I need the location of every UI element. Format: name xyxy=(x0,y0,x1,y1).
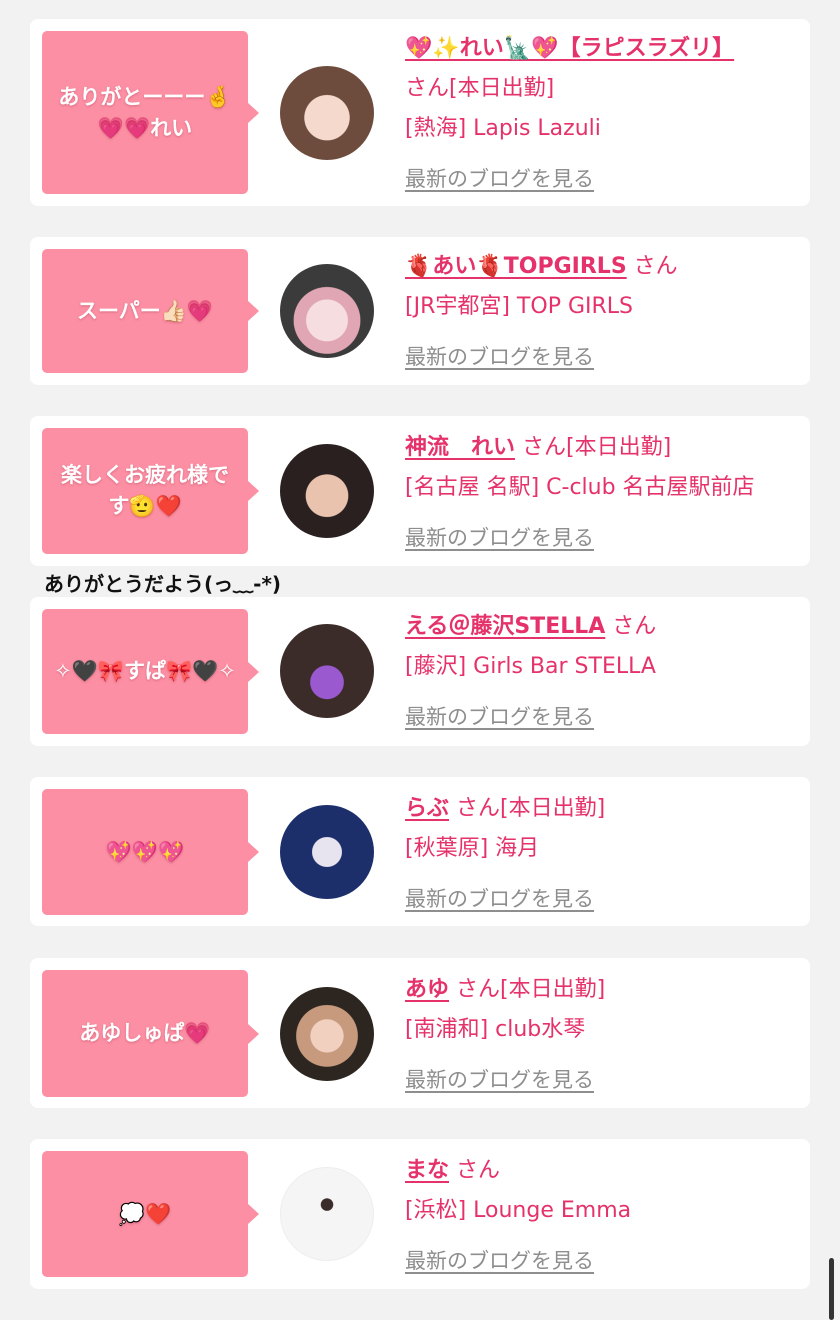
honorific: さん xyxy=(612,614,657,639)
latest-blog-link[interactable]: 最新のブログを見る xyxy=(405,1060,594,1100)
message-text: ありがとーーー🤞💗💗れい xyxy=(58,84,232,140)
message-bubble: ありがとーーー🤞💗💗れい xyxy=(42,31,259,194)
message-card: 💭❤️ まな さん [浜松] Lounge Emma 最新のブログを見る xyxy=(30,1139,810,1289)
girl-name-link[interactable]: 💖✨れい🗽💖【ラピスラズリ】 xyxy=(405,36,734,61)
shop-name: [藤沢] Girls Bar STELLA xyxy=(405,654,656,679)
message-card: スーパー👍🏻💗 🫀あい🫀TOPGIRLS さん [JR宇都宮] TOP GIRL… xyxy=(30,237,810,385)
message-text: 💖💖💖 xyxy=(105,839,185,864)
honorific: さん xyxy=(456,977,501,1002)
shop-name: [秋葉原] 海月 xyxy=(405,836,540,861)
honorific: さん xyxy=(456,796,501,821)
latest-blog-link[interactable]: 最新のブログを見る xyxy=(405,518,594,558)
message-text: 💭❤️ xyxy=(118,1201,172,1226)
shop-name: [JR宇都宮] TOP GIRLS xyxy=(405,294,633,319)
message-text: あゆしゅぱ💗 xyxy=(79,1021,211,1045)
message-bubble: あゆしゅぱ💗 xyxy=(42,970,259,1097)
avatar[interactable] xyxy=(280,264,374,358)
latest-blog-link[interactable]: 最新のブログを見る xyxy=(405,1241,594,1281)
message-text: ✧🖤🎀すぱ🎀🖤✧ xyxy=(54,659,236,683)
latest-blog-link[interactable]: 最新のブログを見る xyxy=(405,337,594,377)
avatar[interactable] xyxy=(280,987,374,1081)
status-badge: [本日出勤] xyxy=(566,435,672,460)
girl-name-link[interactable]: まな xyxy=(405,1158,449,1183)
honorific: さん xyxy=(522,435,567,460)
girl-name-link[interactable]: 神流 れい xyxy=(405,435,515,460)
message-bubble: 楽しくお疲れ様です🫡❤️ xyxy=(42,428,259,554)
status-badge: [本日出勤] xyxy=(500,796,606,821)
honorific: さん xyxy=(405,76,450,101)
girl-name-link[interactable]: 🫀あい🫀TOPGIRLS xyxy=(405,254,627,279)
message-text: 楽しくお疲れ様です🫡❤️ xyxy=(61,463,229,518)
latest-blog-link[interactable]: 最新のブログを見る xyxy=(405,879,594,919)
shop-name: [熱海] Lapis Lazuli xyxy=(405,116,601,141)
shop-name: [名古屋 名駅] C-club 名古屋駅前店 xyxy=(405,475,755,500)
avatar[interactable] xyxy=(280,444,374,538)
girl-name-link[interactable]: あゆ xyxy=(405,977,449,1002)
message-bubble: ✧🖤🎀すぱ🎀🖤✧ xyxy=(42,609,259,734)
avatar[interactable] xyxy=(280,624,374,718)
status-badge: [本日出勤] xyxy=(449,76,555,101)
message-text: スーパー👍🏻💗 xyxy=(76,298,214,323)
honorific: さん xyxy=(633,254,678,279)
message-card: ✧🖤🎀すぱ🎀🖤✧ える＠藤沢STELLA さん [藤沢] Girls Bar S… xyxy=(30,597,810,746)
avatar[interactable] xyxy=(280,805,374,899)
shop-name: [浜松] Lounge Emma xyxy=(405,1198,632,1223)
message-bubble: 💖💖💖 xyxy=(42,789,259,915)
honorific: さん xyxy=(456,1158,501,1183)
scrollbar[interactable] xyxy=(829,1258,834,1320)
avatar[interactable] xyxy=(280,66,374,160)
shop-name: [南浦和] club水琴 xyxy=(405,1017,586,1042)
message-card: 💖💖💖 らぶ さん[本日出勤] [秋葉原] 海月 最新のブログを見る xyxy=(30,777,810,926)
avatar[interactable] xyxy=(280,1167,374,1261)
message-card: 楽しくお疲れ様です🫡❤️ 神流 れい さん[本日出勤] [名古屋 名駅] C-c… xyxy=(30,416,810,566)
message-bubble: 💭❤️ xyxy=(42,1151,259,1277)
girl-name-link[interactable]: える＠藤沢STELLA xyxy=(405,614,605,639)
message-card: ありがとーーー🤞💗💗れい 💖✨れい🗽💖【ラピスラズリ】 さん[本日出勤] [熱海… xyxy=(30,19,810,206)
message-bubble: スーパー👍🏻💗 xyxy=(42,249,259,373)
status-badge: [本日出勤] xyxy=(500,977,606,1002)
girl-name-link[interactable]: らぶ xyxy=(405,796,449,821)
latest-blog-link[interactable]: 最新のブログを見る xyxy=(405,159,594,199)
message-card: あゆしゅぱ💗 あゆ さん[本日出勤] [南浦和] club水琴 最新のブログを見… xyxy=(30,958,810,1108)
latest-blog-link[interactable]: 最新のブログを見る xyxy=(405,697,594,737)
overlay-note-text: ありがとうだよう(っ﹏-*) xyxy=(44,572,282,596)
